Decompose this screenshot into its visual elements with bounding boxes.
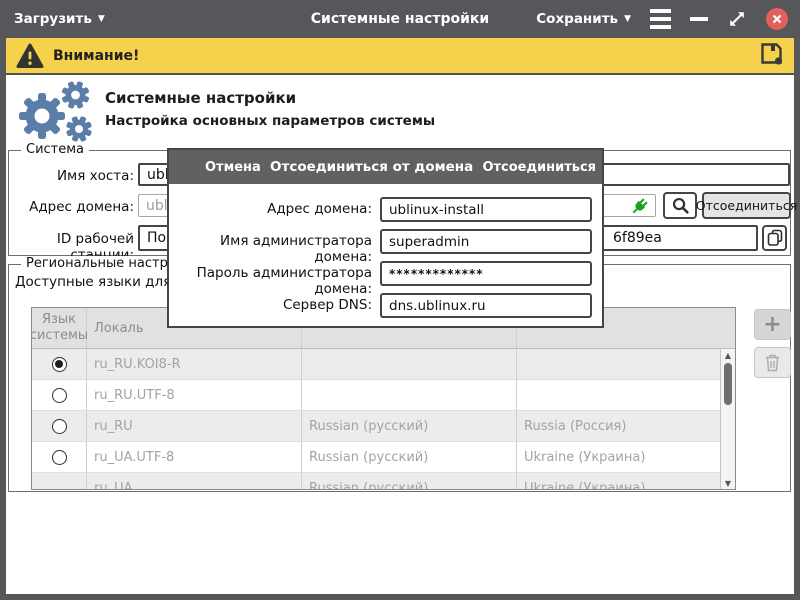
dialog-admin-password-value: ************* xyxy=(389,267,484,281)
cell-locale: ru_RU.KOI8-R xyxy=(87,349,302,379)
table-row[interactable]: ru_RU.UTF-8 xyxy=(32,380,721,411)
locale-radio[interactable] xyxy=(52,450,67,465)
table-row[interactable]: ru_RU Russian (русский) Russia (Россия) xyxy=(32,411,721,442)
chevron-down-icon: ▼ xyxy=(624,15,631,24)
dialog-field-row: Имя администратора домена: superadmin xyxy=(169,229,602,254)
minimize-button[interactable] xyxy=(690,17,708,21)
dialog-field-row: Сервер DNS: dns.ublinux.ru xyxy=(169,293,602,318)
dialog-domain-input[interactable]: ublinux-install xyxy=(380,197,592,222)
page-subtitle: Настройка основных параметров системы xyxy=(105,113,435,129)
dialog-admin-name-value: superadmin xyxy=(389,234,469,250)
plus-icon: + xyxy=(763,314,781,336)
close-icon xyxy=(772,14,782,24)
dialog-dns-value: dns.ublinux.ru xyxy=(389,298,486,314)
warning-icon xyxy=(16,43,44,69)
dialog-header: Отмена Отсоединиться от домена Отсоедини… xyxy=(169,150,602,184)
page-title: Системные настройки xyxy=(105,89,296,107)
search-icon xyxy=(671,196,690,215)
dialog-admin-name-input[interactable]: superadmin xyxy=(380,229,592,254)
locale-radio[interactable] xyxy=(52,419,67,434)
add-locale-button[interactable]: + xyxy=(754,309,791,340)
domain-label: Адрес домена: xyxy=(13,199,134,215)
alert-text: Внимание! xyxy=(53,48,139,64)
gears-icon xyxy=(12,80,100,144)
table-row[interactable]: ru_RU.KOI8-R xyxy=(32,349,721,380)
close-button[interactable] xyxy=(766,8,788,30)
titlebar: Загрузить ▼ Системные настройки Сохранит… xyxy=(0,0,800,38)
cell-language xyxy=(302,349,517,379)
delete-locale-button[interactable] xyxy=(754,347,791,378)
maximize-button[interactable] xyxy=(727,9,747,29)
domain-search-button[interactable] xyxy=(663,192,697,219)
scroll-down-arrow-icon[interactable]: ▼ xyxy=(721,480,735,488)
table-row[interactable]: ru_UA.UTF-8 Russian (русский) Ukraine (У… xyxy=(32,442,721,473)
copy-icon xyxy=(767,229,783,247)
cell-locale: ru_UA xyxy=(87,473,302,490)
dialog-domain-label: Адрес домена: xyxy=(169,201,372,217)
cell-country: Ukraine (Украина) xyxy=(517,442,721,472)
page-header: Системные настройки Настройка основных п… xyxy=(6,75,794,150)
save-menu-label: Сохранить xyxy=(536,11,618,27)
disconnect-dialog: Отмена Отсоединиться от домена Отсоедини… xyxy=(167,148,604,328)
scrollbar-thumb[interactable] xyxy=(724,363,732,405)
app-window: Загрузить ▼ Системные настройки Сохранит… xyxy=(0,0,800,600)
expand-icon xyxy=(727,9,747,29)
alert-bar: Внимание! xyxy=(6,38,794,75)
cell-language: Russian (русский) xyxy=(302,411,517,441)
save-file-button[interactable] xyxy=(759,41,784,70)
dialog-confirm-button[interactable]: Отсоединиться xyxy=(482,160,596,175)
dialog-field-row: Пароль администратора домена: **********… xyxy=(169,261,602,286)
dialog-field-row: Адрес домена: ublinux-install xyxy=(169,197,602,222)
floppy-disk-icon xyxy=(759,41,784,66)
cell-locale: ru_RU.UTF-8 xyxy=(87,380,302,410)
disconnect-button-label: Отсоединиться xyxy=(696,198,797,213)
system-legend: Система xyxy=(21,142,89,157)
cell-locale: ru_RU xyxy=(87,411,302,441)
hamburger-menu-icon[interactable] xyxy=(650,7,671,31)
locale-table: Язык системы Локаль ru_RU.KOI8-R ru_RU.U… xyxy=(31,307,736,490)
trash-icon xyxy=(764,353,781,372)
save-menu-button[interactable]: Сохранить ▼ xyxy=(536,11,631,27)
hostname-label: Имя хоста: xyxy=(13,168,134,184)
dialog-dns-input[interactable]: dns.ublinux.ru xyxy=(380,293,592,318)
cell-country: Ukraine (Украина) xyxy=(517,473,721,490)
table-scrollbar[interactable]: ▲ ▼ xyxy=(720,349,735,490)
cell-language: Russian (русский) xyxy=(302,473,517,490)
scroll-up-arrow-icon[interactable]: ▲ xyxy=(721,352,735,360)
table-row[interactable]: ru_UA Russian (русский) Ukraine (Украина… xyxy=(32,473,721,490)
workstation-id-value-end: 6f89ea xyxy=(613,227,662,249)
locale-radio[interactable] xyxy=(52,388,67,403)
copy-id-button[interactable] xyxy=(762,225,787,251)
dialog-dns-label: Сервер DNS: xyxy=(169,297,372,313)
dialog-admin-password-input[interactable]: ************* xyxy=(380,261,592,286)
cell-locale: ru_UA.UTF-8 xyxy=(87,442,302,472)
cell-language xyxy=(302,380,517,410)
cell-country xyxy=(517,380,721,410)
cell-country: Russia (Россия) xyxy=(517,411,721,441)
column-header-system-language: Язык системы xyxy=(32,308,87,348)
dialog-cancel-button[interactable]: Отмена xyxy=(205,160,261,175)
locale-table-rows: ru_RU.KOI8-R ru_RU.UTF-8 ru_RU Russian (… xyxy=(32,349,721,490)
disconnect-button[interactable]: Отсоединиться xyxy=(702,192,791,219)
locale-radio[interactable] xyxy=(52,357,67,372)
plug-connected-icon xyxy=(629,196,650,217)
dialog-domain-value: ublinux-install xyxy=(389,202,484,218)
cell-language: Russian (русский) xyxy=(302,442,517,472)
cell-country xyxy=(517,349,721,379)
dialog-title: Отсоединиться от домена xyxy=(270,159,473,175)
